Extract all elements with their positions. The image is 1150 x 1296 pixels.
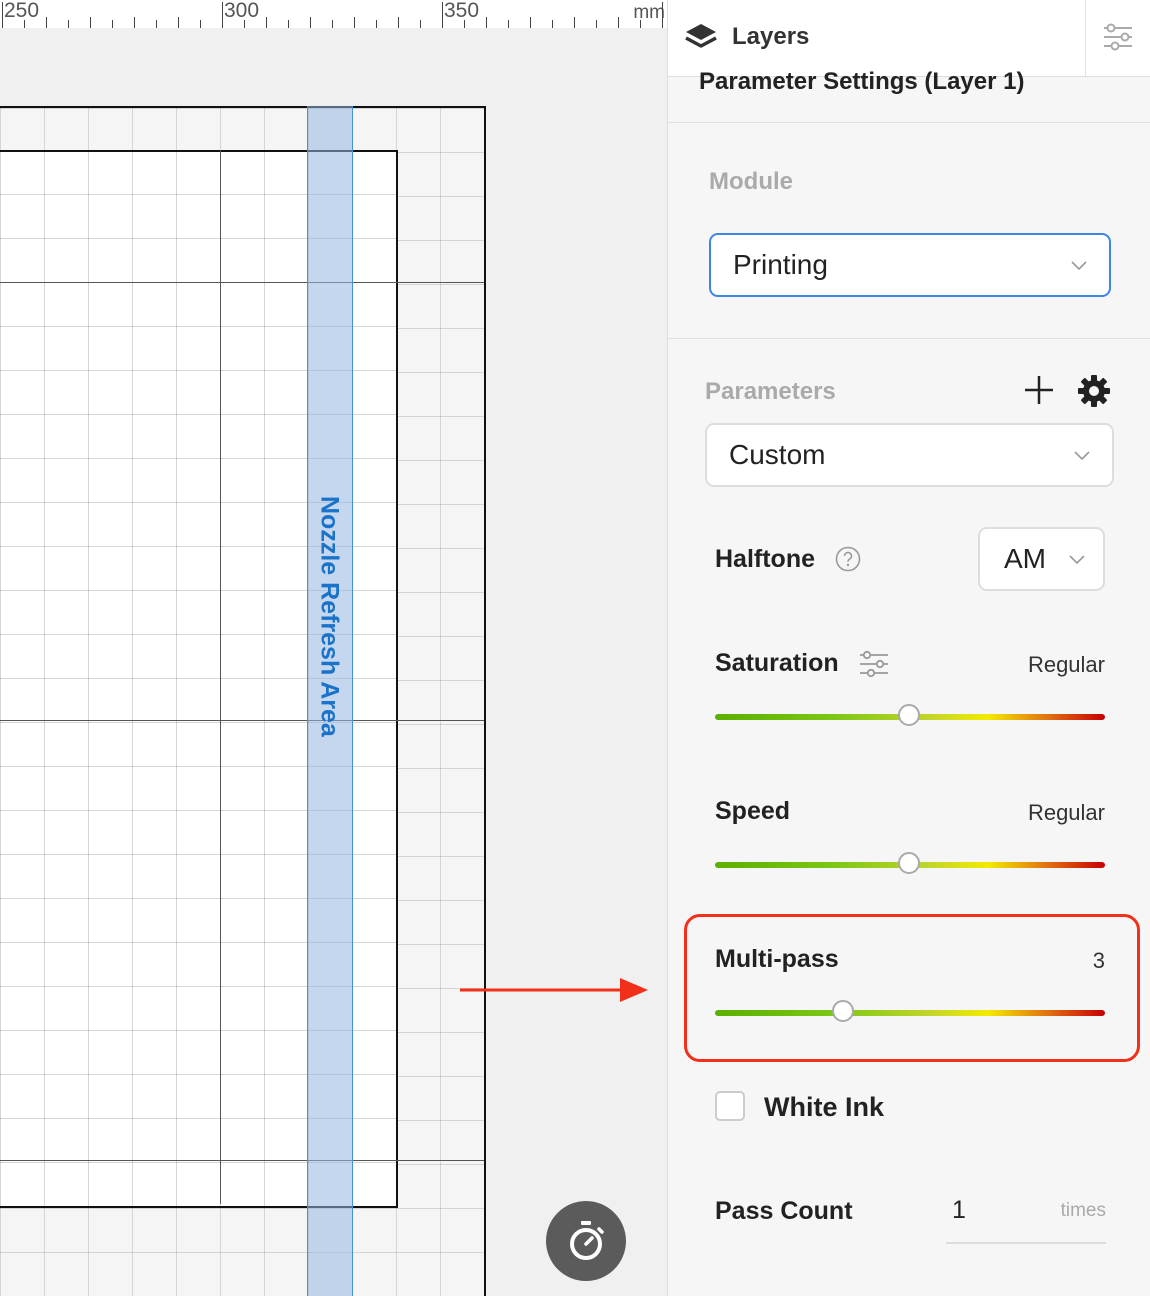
annotation-arrow	[460, 978, 648, 1002]
panel-header: Layers	[668, 0, 1150, 77]
speed-slider[interactable]	[715, 852, 1105, 874]
pass-count-label: Pass Count	[715, 1197, 853, 1225]
nozzle-refresh-label: Nozzle Refresh Area	[315, 495, 344, 737]
parameters-label: Parameters	[705, 378, 836, 405]
halftone-label: Halftone	[715, 545, 815, 573]
plus-icon	[1025, 376, 1053, 404]
divider	[668, 338, 1150, 339]
ruler-label-300: 300	[224, 0, 260, 22]
divider	[668, 122, 1150, 123]
halftone-select[interactable]: AM	[978, 527, 1105, 591]
grid-major-line	[0, 282, 484, 283]
white-ink-checkbox[interactable]	[715, 1091, 745, 1121]
ruler-tick	[662, 2, 663, 28]
ruler-tick	[640, 20, 641, 28]
parameter-settings-button[interactable]	[1076, 373, 1112, 409]
saturation-options-button[interactable]	[859, 650, 891, 678]
gear-icon	[1078, 375, 1110, 407]
ruler-label-350: 350	[444, 0, 480, 22]
question-circle-icon	[835, 546, 861, 572]
multipass-label: Multi-pass	[715, 945, 839, 973]
multipass-slider-thumb[interactable]	[831, 1000, 854, 1022]
speed-slider-thumb[interactable]	[898, 852, 920, 874]
speed-value: Regular	[1027, 800, 1105, 825]
grid-major-line	[0, 1160, 484, 1161]
ruler-tick	[90, 17, 91, 28]
nozzle-refresh-label-wrap: Nozzle Refresh Area	[307, 106, 351, 1296]
pass-count-value: 1	[952, 1196, 966, 1224]
pass-count-unit: times	[1060, 1200, 1106, 1221]
ruler-tick	[486, 17, 487, 28]
ruler-tick	[552, 20, 553, 28]
ruler-tick	[156, 20, 157, 28]
ruler-tick	[354, 17, 355, 28]
module-select-value: Printing	[733, 249, 828, 280]
halftone-help-button[interactable]	[835, 546, 861, 572]
chevron-down-icon	[1071, 261, 1087, 271]
header-divider	[1085, 0, 1086, 76]
section-title: Parameter Settings (Layer 1)	[699, 68, 1025, 95]
speed-label: Speed	[715, 797, 791, 825]
grid-major-line	[0, 720, 484, 721]
ruler-tick	[574, 17, 575, 28]
ruler-tick	[530, 17, 531, 28]
ruler-tick	[200, 20, 201, 28]
ruler-tick	[596, 20, 597, 28]
ruler-tick	[266, 17, 267, 28]
add-parameter-button[interactable]	[1022, 373, 1056, 407]
saturation-slider[interactable]	[715, 704, 1105, 726]
ruler-tick	[398, 17, 399, 28]
saturation-slider-thumb[interactable]	[898, 704, 920, 726]
design-canvas[interactable]: Nozzle Refresh Area	[0, 28, 667, 1296]
ruler-tick	[2, 2, 3, 28]
sliders-icon	[1104, 23, 1132, 51]
sliders-icon	[860, 650, 888, 678]
panel-settings-button[interactable]	[1102, 22, 1134, 57]
right-panel: Layers Parameter Settings (Layer 1) Modu…	[667, 0, 1150, 1296]
tab-layers-label: Layers	[732, 23, 810, 50]
timer-button[interactable]	[546, 1201, 626, 1281]
module-select[interactable]: Printing	[709, 233, 1111, 297]
ruler-tick	[68, 20, 69, 28]
parameters-select-value: Custom	[729, 439, 826, 470]
ruler-tick	[46, 17, 47, 28]
layers-icon	[685, 24, 717, 48]
chevron-down-icon	[1069, 555, 1085, 565]
ruler-tick	[24, 20, 25, 28]
ruler-tick	[288, 20, 289, 28]
ruler-tick	[310, 17, 311, 28]
ruler-tick	[464, 20, 465, 28]
ruler-tick	[222, 2, 223, 28]
ruler-tick	[508, 20, 509, 28]
module-label: Module	[709, 168, 793, 195]
ruler-tick	[376, 20, 377, 28]
chevron-down-icon	[1074, 451, 1090, 461]
ruler-tick	[618, 17, 619, 28]
stopwatch-icon	[570, 1221, 604, 1260]
ruler-tick	[244, 20, 245, 28]
saturation-value: Regular	[1027, 652, 1105, 677]
ruler-tick	[332, 20, 333, 28]
white-ink-label: White Ink	[764, 1092, 884, 1122]
tab-layers[interactable]: Layers	[684, 22, 809, 52]
multipass-highlight-box	[684, 914, 1140, 1062]
pass-count-input[interactable]: 1 times	[946, 1190, 1106, 1244]
ruler-tick	[442, 2, 443, 28]
ruler-tick	[420, 20, 421, 28]
ruler-label-250: 250	[4, 0, 40, 22]
horizontal-ruler: 250 300 350 mm	[0, 0, 667, 29]
halftone-select-value: AM	[1004, 543, 1046, 574]
saturation-label: Saturation	[715, 649, 839, 677]
multipass-slider[interactable]	[715, 1000, 1105, 1022]
ruler-tick	[134, 17, 135, 28]
multipass-value: 3	[1092, 948, 1105, 973]
parameters-select[interactable]: Custom	[705, 423, 1114, 487]
ruler-tick	[178, 17, 179, 28]
ruler-tick	[112, 20, 113, 28]
grid-major-line	[220, 150, 221, 1204]
ruler-unit: mm	[633, 2, 665, 23]
